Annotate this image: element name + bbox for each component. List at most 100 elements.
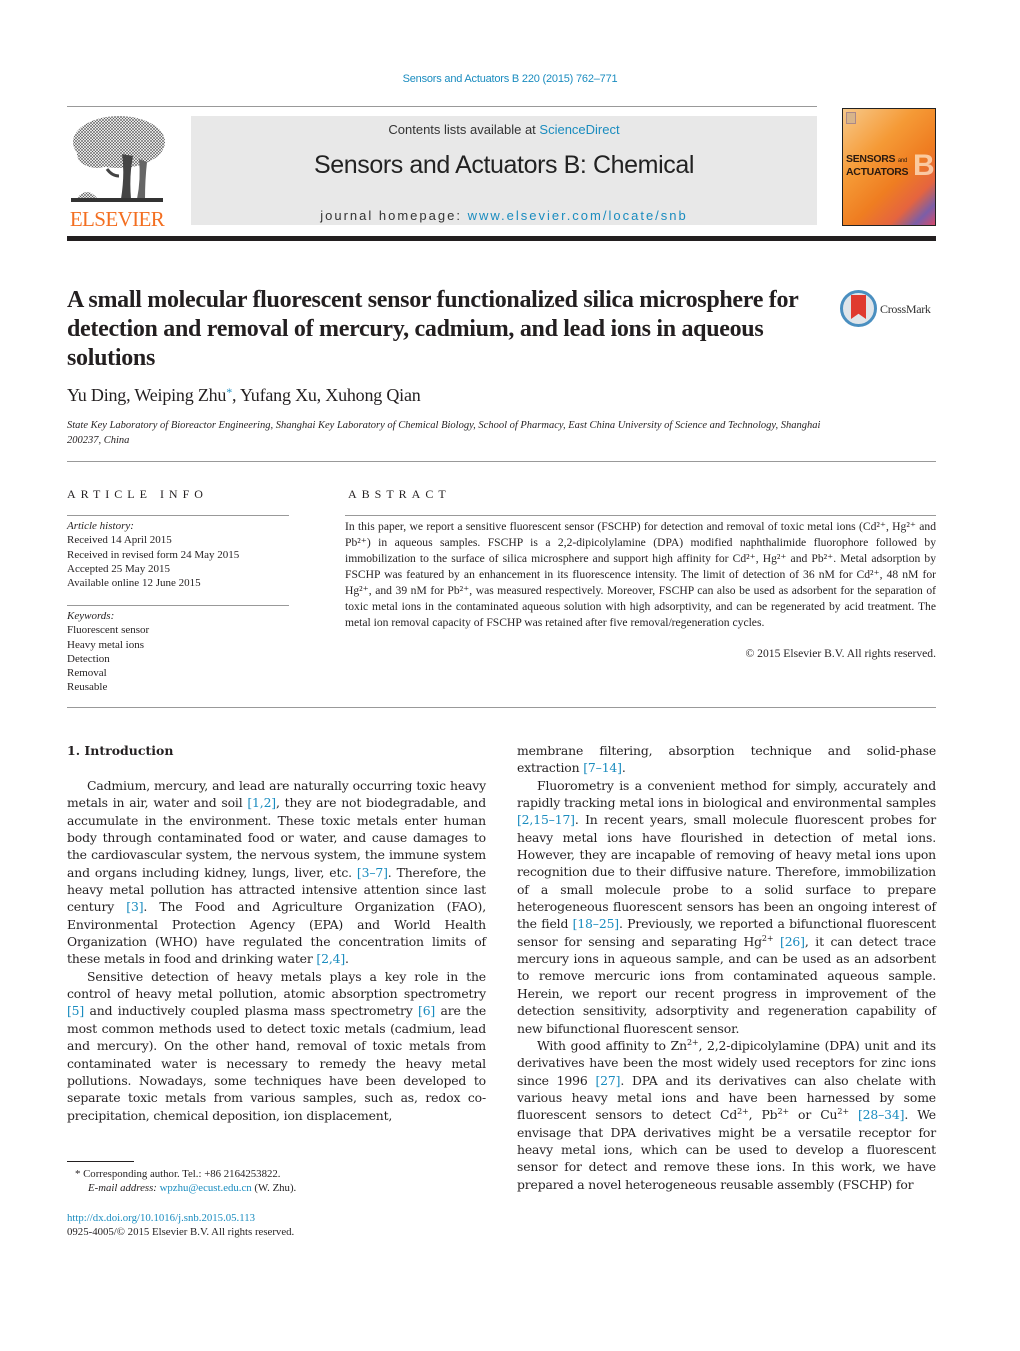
cover-title-line1: SENSORS bbox=[846, 153, 896, 165]
text-run: and inductively coupled plasma mass spec… bbox=[84, 1003, 419, 1019]
text-run: , Pb bbox=[748, 1107, 778, 1123]
journal-homepage-link[interactable]: www.elsevier.com/locate/snb bbox=[468, 208, 688, 223]
elsevier-wordmark: ELSEVIER bbox=[69, 207, 165, 231]
body-column-left: Cadmium, mercury, and lead are naturally… bbox=[67, 777, 486, 1124]
body-paragraph: Fluorometry is a convenient method for s… bbox=[517, 777, 936, 1037]
crossmark-label: CrossMark bbox=[880, 302, 931, 316]
text-run: or Cu bbox=[788, 1107, 838, 1123]
history-item: Accepted 25 May 2015 bbox=[67, 562, 170, 575]
doi-link-text[interactable]: http://dx.doi.org/10.1016/j.snb.2015.05.… bbox=[67, 1212, 255, 1224]
body-paragraph: Sensitive detection of heavy metals play… bbox=[67, 968, 486, 1124]
doi-link[interactable]: http://dx.doi.org/10.1016/j.snb.2015.05.… bbox=[67, 1211, 487, 1225]
journal-homepage-line: journal homepage: www.elsevier.com/locat… bbox=[191, 208, 817, 223]
reference-link[interactable]: [2,4] bbox=[316, 951, 345, 966]
crossmark-button[interactable]: CrossMark bbox=[838, 290, 938, 330]
section-heading-introduction: 1. Introduction bbox=[67, 743, 174, 758]
cover-title-and: and bbox=[897, 158, 907, 164]
article-history: Article history: Received 14 April 2015 … bbox=[67, 519, 289, 590]
text-run: With good affinity to Zn bbox=[537, 1037, 687, 1053]
history-item: Available online 12 June 2015 bbox=[67, 577, 201, 590]
contents-prefix: Contents lists available at bbox=[388, 122, 540, 137]
text-run: , it can detect trace mercury ions in aq… bbox=[517, 933, 936, 1036]
text-run: are the most common methods used to dete… bbox=[67, 1003, 486, 1123]
abstract-heading: ABSTRACT bbox=[348, 487, 451, 501]
header-rule bbox=[67, 106, 817, 107]
reference-link[interactable]: [1,2] bbox=[247, 795, 276, 810]
cover-title: SENSORS and ACTUATORS bbox=[846, 153, 909, 178]
superscript: 2+ bbox=[761, 933, 774, 943]
journal-title: Sensors and Actuators B: Chemical bbox=[313, 151, 695, 179]
reference-link[interactable]: [3–7] bbox=[357, 865, 388, 880]
cover-title-line2: ACTUATORS bbox=[846, 166, 909, 178]
superscript: 2+ bbox=[777, 1107, 789, 1117]
keyword-item: Heavy metal ions bbox=[67, 638, 144, 651]
affiliation: State Key Laboratory of Bioreactor Engin… bbox=[67, 420, 821, 446]
author-list: Yu Ding, Weiping Zhu*, Yufang Xu, Xuhong… bbox=[67, 385, 421, 406]
reference-link[interactable]: [26] bbox=[780, 934, 805, 949]
keyword-item: Fluorescent sensor bbox=[67, 624, 150, 637]
cover-letter: B bbox=[913, 149, 935, 182]
journal-cover-image[interactable]: B SENSORS and ACTUATORS bbox=[842, 108, 936, 226]
text-run: Sensitive detection of heavy metals play… bbox=[67, 968, 486, 1002]
keywords: Keywords: Fluorescent sensor Heavy metal… bbox=[67, 609, 289, 695]
abstract-rule bbox=[345, 515, 936, 516]
text-run bbox=[849, 1107, 858, 1122]
author-separator: , bbox=[316, 385, 326, 405]
title-divider bbox=[67, 461, 936, 462]
keyword-item: Reusable bbox=[67, 681, 108, 694]
superscript: 2+ bbox=[837, 1107, 849, 1117]
author-name[interactable]: Xuhong Qian bbox=[325, 385, 420, 405]
keywords-label: Keywords: bbox=[67, 610, 115, 622]
abstract-divider bbox=[67, 707, 936, 708]
keyword-item: Detection bbox=[67, 652, 110, 665]
article-info-heading: ARTICLE INFO bbox=[67, 487, 208, 501]
corresponding-author-note: * Corresponding author. Tel.: +86 216425… bbox=[75, 1168, 281, 1180]
article-info-rule bbox=[67, 515, 289, 516]
text-run: . bbox=[345, 951, 349, 967]
reference-link[interactable]: [6] bbox=[418, 1003, 435, 1018]
reference-link[interactable]: [7–14] bbox=[583, 760, 622, 775]
elsevier-tree-icon bbox=[71, 116, 165, 202]
masthead-divider bbox=[67, 236, 936, 241]
cover-publisher-icon bbox=[846, 112, 856, 124]
article-history-label: Article history: bbox=[67, 520, 134, 532]
text-run: membrane filtering, absorption technique… bbox=[517, 743, 936, 776]
reference-link[interactable]: [5] bbox=[67, 1003, 84, 1018]
journal-citation-link[interactable]: Sensors and Actuators B 220 (2015) 762–7… bbox=[0, 73, 1020, 85]
body-paragraph: membrane filtering, absorption technique… bbox=[517, 742, 936, 777]
abstract-text: In this paper, we report a sensitive flu… bbox=[345, 520, 936, 629]
abstract-copyright: © 2015 Elsevier B.V. All rights reserved… bbox=[745, 647, 936, 660]
issn-copyright: 0925-4005/© 2015 Elsevier B.V. All right… bbox=[67, 1226, 295, 1238]
history-item: Received in revised form 24 May 2015 bbox=[67, 548, 240, 561]
contents-line: Contents lists available at ScienceDirec… bbox=[191, 122, 817, 137]
body-paragraph: With good affinity to Zn2+, 2,2-dipicoly… bbox=[517, 1037, 936, 1193]
superscript: 2+ bbox=[737, 1107, 749, 1117]
text-run: . bbox=[621, 760, 626, 776]
author-name[interactable]: Yu Ding bbox=[67, 385, 126, 405]
reference-link[interactable]: [27] bbox=[595, 1073, 620, 1088]
history-item: Received 14 April 2015 bbox=[67, 534, 172, 547]
email-suffix: (W. Zhu). bbox=[251, 1182, 297, 1194]
journal-masthead: Contents lists available at ScienceDirec… bbox=[191, 116, 817, 225]
sciencedirect-link[interactable]: ScienceDirect bbox=[539, 122, 619, 137]
email-label: E-mail address: bbox=[88, 1182, 160, 1194]
reference-link[interactable]: [2,15–17] bbox=[517, 812, 575, 827]
superscript: 2+ bbox=[686, 1037, 699, 1047]
keyword-item: Removal bbox=[67, 667, 107, 680]
author-name[interactable]: Yufang Xu bbox=[240, 385, 317, 405]
reference-link[interactable]: [28–34] bbox=[858, 1107, 905, 1122]
body-column-right: membrane filtering, absorption technique… bbox=[517, 742, 936, 1193]
reference-link[interactable]: [3] bbox=[126, 899, 143, 914]
email-note: E-mail address: wpzhu@ecust.edu.cn (W. Z… bbox=[88, 1181, 508, 1195]
author-name[interactable]: Weiping Zhu bbox=[134, 385, 226, 405]
text-run: . In recent years, small molecule fluore… bbox=[517, 812, 936, 932]
reference-link[interactable]: [18–25] bbox=[573, 916, 620, 931]
article-title: A small molecular fluorescent sensor fun… bbox=[67, 287, 799, 371]
keywords-rule bbox=[67, 605, 289, 606]
email-link[interactable]: wpzhu@ecust.edu.cn bbox=[160, 1182, 252, 1194]
author-separator: , bbox=[232, 385, 240, 405]
homepage-prefix: journal homepage: bbox=[320, 208, 468, 223]
text-run: Fluorometry is a convenient method for s… bbox=[517, 777, 936, 811]
footnote-rule bbox=[67, 1161, 134, 1162]
elsevier-logo[interactable]: ELSEVIER bbox=[67, 114, 167, 231]
